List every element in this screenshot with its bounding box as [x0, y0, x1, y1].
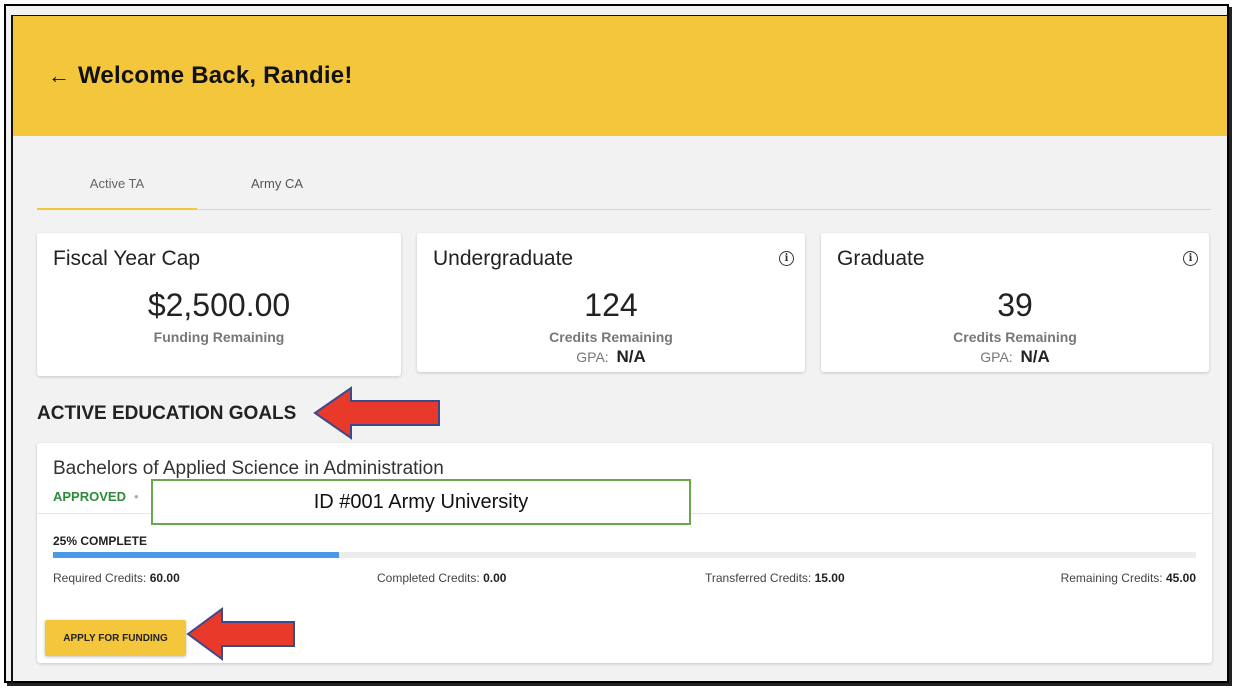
completed-credits-label: Completed Credits: — [377, 571, 480, 585]
completed-credits: Completed Credits: 0.00 — [377, 571, 506, 585]
tab-active-ta[interactable]: Active TA — [37, 166, 197, 210]
remaining-credits: Remaining Credits: 45.00 — [1061, 571, 1196, 585]
separator-dot: • — [134, 489, 139, 504]
transferred-credits: Transferred Credits: 15.00 — [705, 571, 845, 585]
annotation-arrow-icon — [313, 386, 440, 440]
credits-remaining-value: 124 — [584, 287, 638, 323]
section-title: ACTIVE EDUCATION GOALS — [37, 403, 297, 424]
credits-remaining-label: Credits Remaining — [953, 329, 1077, 345]
apply-for-funding-button[interactable]: APPLY FOR FUNDING — [45, 620, 186, 656]
info-icon[interactable]: i — [779, 251, 794, 266]
page-title: Welcome Back, Randie! — [78, 62, 353, 89]
credits-remaining-value: 39 — [997, 287, 1033, 323]
funding-remaining-value: $2,500.00 — [147, 287, 291, 323]
card-title: Undergraduate — [433, 247, 574, 270]
required-credits: Required Credits: 60.00 — [53, 571, 180, 585]
remaining-credits-value: 45.00 — [1165, 571, 1196, 585]
transferred-credits-label: Transferred Credits: — [705, 571, 812, 585]
annotation-arrow-icon — [186, 607, 295, 661]
gpa: GPA: N/A — [821, 347, 1209, 367]
tab-army-ca[interactable]: Army CA — [197, 166, 357, 208]
gpa-label: GPA: — [980, 349, 1013, 365]
card-title: Fiscal Year Cap — [53, 247, 201, 270]
goal-name[interactable]: Bachelors of Applied Science in Administ… — [53, 458, 444, 480]
graduate-card: Graduate i 39 Credits Remaining GPA: N/A — [821, 233, 1209, 372]
completed-credits-value: 0.00 — [483, 571, 507, 585]
gpa-label: GPA: — [576, 349, 609, 365]
back-arrow-icon[interactable]: ← — [48, 64, 70, 88]
id-overlay: ID #001 Army University — [151, 479, 691, 525]
info-icon[interactable]: i — [1183, 251, 1198, 266]
fiscal-year-cap-card: Fiscal Year Cap $2,500.00 Funding Remain… — [37, 233, 401, 376]
gpa-value: N/A — [616, 347, 646, 366]
card-title: Graduate — [837, 247, 925, 270]
status-badge: APPROVED — [53, 489, 126, 504]
remaining-credits-label: Remaining Credits: — [1060, 571, 1163, 585]
transferred-credits-value: 15.00 — [814, 571, 845, 585]
funding-remaining-label: Funding Remaining — [153, 329, 285, 345]
progress-bar — [53, 552, 1196, 558]
tab-bar: Active TA Army CA — [37, 166, 1211, 210]
required-credits-value: 60.00 — [149, 571, 180, 585]
undergraduate-card: Undergraduate i 124 Credits Remaining GP… — [417, 233, 805, 372]
credits-remaining-label: Credits Remaining — [549, 329, 673, 345]
required-credits-label: Required Credits: — [53, 571, 147, 585]
progress-fill — [53, 552, 339, 558]
progress-label: 25% COMPLETE — [53, 534, 148, 548]
gpa: GPA: N/A — [417, 347, 805, 367]
gpa-value: N/A — [1020, 347, 1050, 366]
